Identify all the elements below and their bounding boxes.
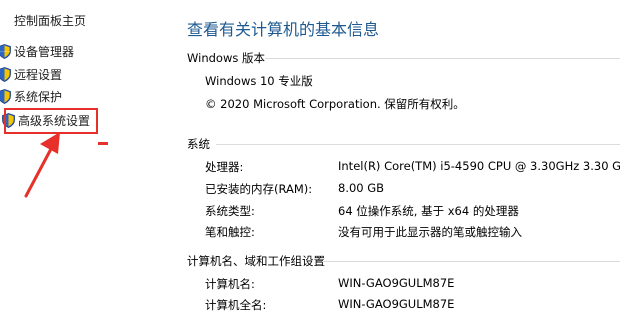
annotation-dash — [98, 142, 108, 145]
page-title: 查看有关计算机的基本信息 — [187, 20, 380, 39]
windows-edition-name: Windows 10 专业版 — [205, 74, 313, 88]
shield-icon — [0, 88, 11, 104]
pen-touch-label: 笔和触控: — [205, 225, 255, 239]
copyright-text: © 2020 Microsoft Corporation. 保留所有权利。 — [205, 97, 465, 111]
section-header-system: 系统 — [187, 137, 210, 151]
shield-icon — [0, 66, 11, 82]
section-header-windows-edition: Windows 版本 — [187, 51, 265, 65]
ram-label: 已安装的内存(RAM): — [205, 182, 313, 196]
sidebar-item-label: 设备管理器 — [14, 44, 75, 59]
section-header-computer-name: 计算机名、域和工作组设置 — [187, 254, 325, 268]
section-divider — [265, 58, 620, 59]
annotation-arrow-icon — [24, 132, 60, 198]
pen-touch-value: 没有可用于此显示器的笔或触控输入 — [338, 225, 522, 239]
section-divider — [322, 261, 620, 262]
sidebar-item-label: 系统保护 — [14, 89, 63, 104]
full-computer-name-label: 计算机全名: — [205, 298, 267, 312]
sidebar-item-remote-settings[interactable]: 远程设置 — [0, 65, 62, 83]
ram-value: 8.00 GB — [338, 181, 385, 195]
processor-value: Intel(R) Core(TM) i5-4590 CPU @ 3.30GHz … — [338, 159, 620, 173]
sidebar-item-label: 远程设置 — [14, 67, 63, 82]
processor-label: 处理器: — [205, 160, 244, 174]
sidebar-item-system-protection[interactable]: 系统保护 — [0, 87, 62, 105]
system-type-label: 系统类型: — [205, 204, 255, 218]
computer-name-label: 计算机名: — [205, 277, 255, 291]
sidebar-item-device-manager[interactable]: 设备管理器 — [0, 42, 74, 60]
section-divider — [216, 144, 620, 145]
system-type-value: 64 位操作系统, 基于 x64 的处理器 — [338, 204, 519, 218]
control-panel-home-link[interactable]: 控制面板主页 — [14, 12, 86, 29]
computer-name-value: WIN-GAO9GULM87E — [338, 276, 455, 290]
shield-icon — [0, 43, 11, 59]
